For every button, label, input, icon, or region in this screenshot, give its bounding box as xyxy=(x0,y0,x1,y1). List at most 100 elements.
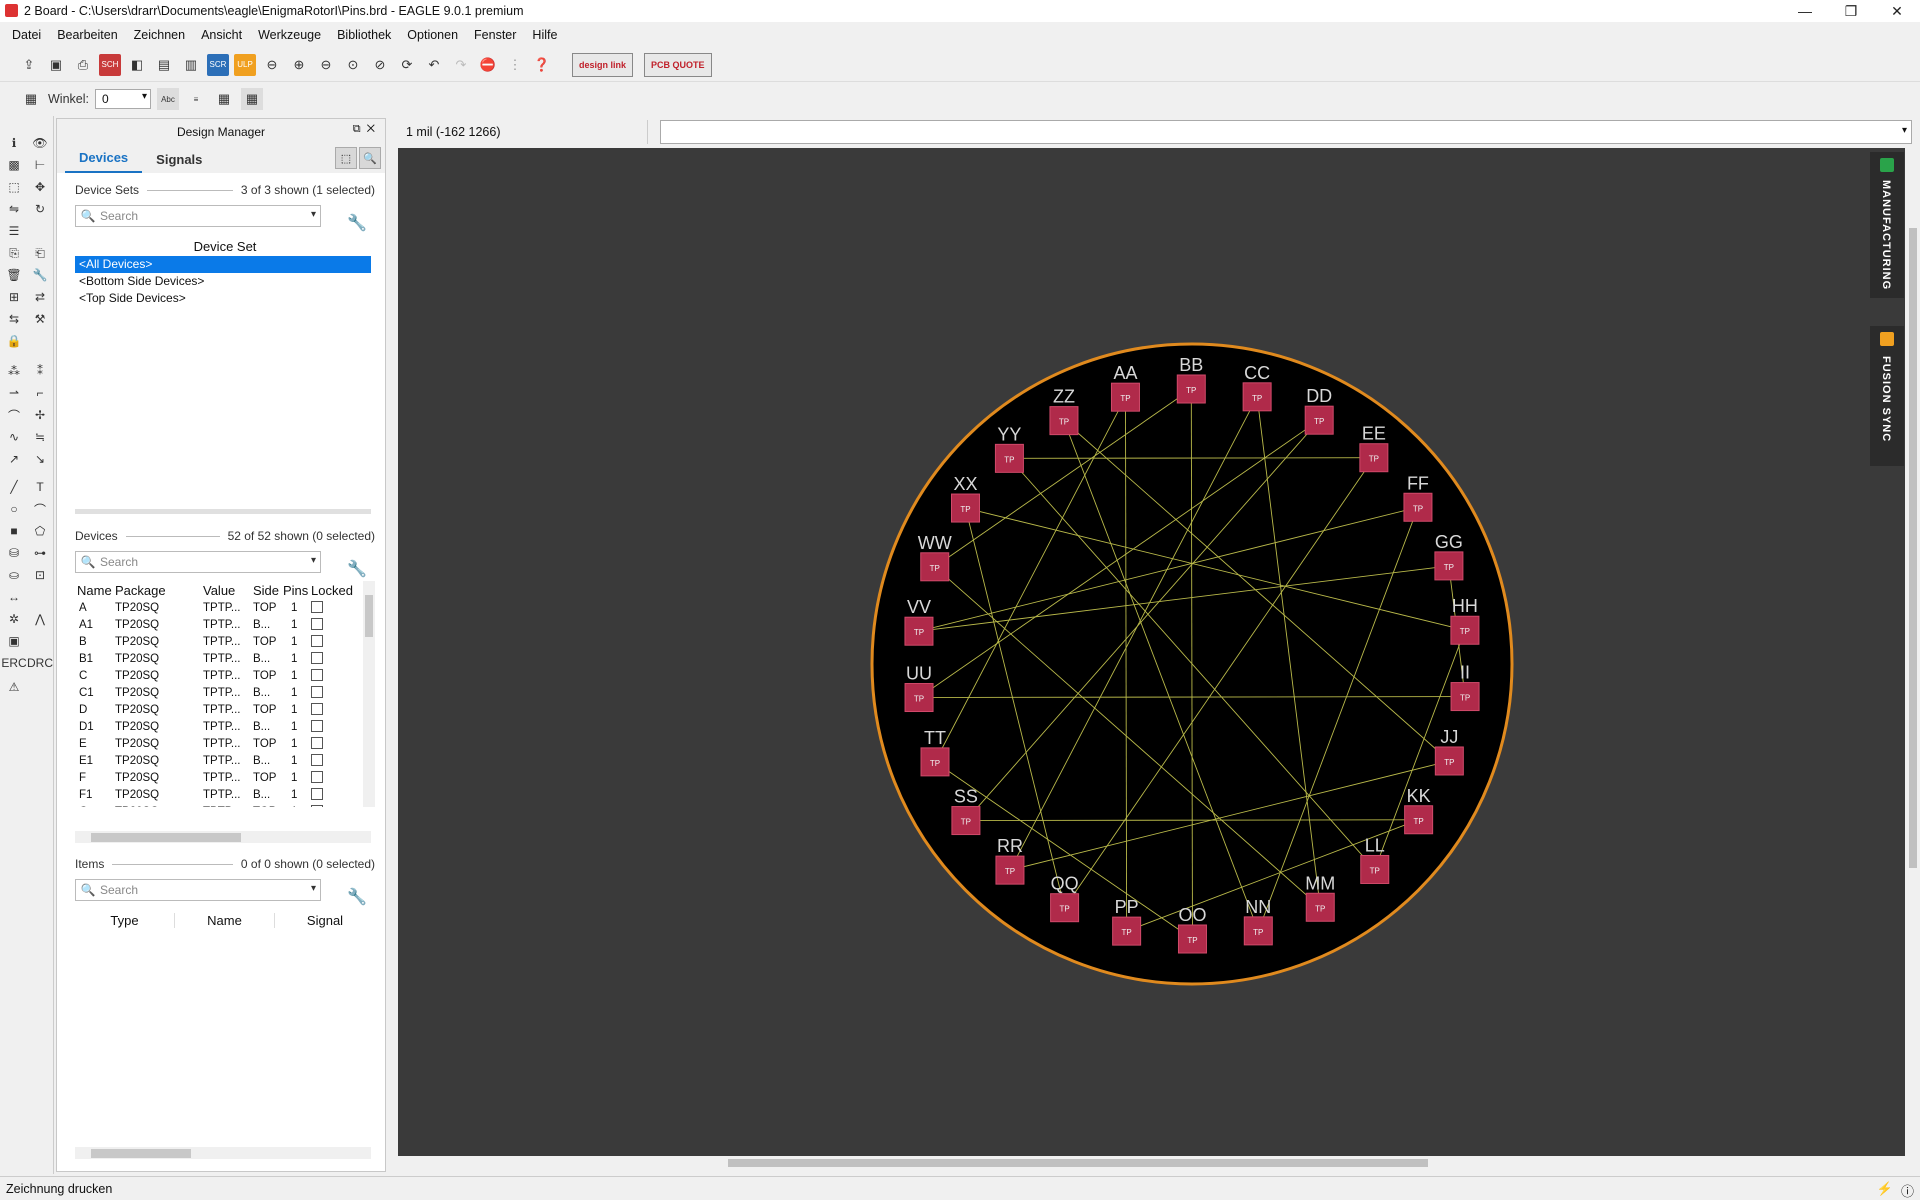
devices-vscroll[interactable] xyxy=(363,581,375,807)
text-abc-icon[interactable]: Abc xyxy=(156,88,179,110)
pad[interactable]: ZZ TP xyxy=(1049,387,1079,436)
col-value[interactable]: Value xyxy=(203,581,253,599)
items-search[interactable]: 🔍 Search xyxy=(75,879,321,901)
pad[interactable]: FF TP xyxy=(1403,473,1433,522)
split-icon[interactable]: ⇀ xyxy=(5,384,23,402)
layout-b-icon[interactable]: ▦ xyxy=(240,88,263,110)
locked-checkbox[interactable] xyxy=(311,754,323,767)
mark-icon[interactable]: ⊢ xyxy=(31,156,49,174)
col-name[interactable]: Name xyxy=(75,581,115,599)
lock-icon[interactable]: 🔒 xyxy=(5,332,23,350)
redo-icon[interactable]: ↷ xyxy=(450,54,472,76)
info-icon[interactable]: ℹ xyxy=(5,134,23,152)
menu-optionen[interactable]: Optionen xyxy=(399,28,466,42)
list-item[interactable]: <All Devices> xyxy=(75,256,371,273)
locked-checkbox[interactable] xyxy=(311,669,323,682)
meander-icon[interactable]: ∿ xyxy=(5,428,23,446)
canvas-vscroll[interactable] xyxy=(1906,148,1920,1156)
pad[interactable]: VV TP xyxy=(904,597,934,646)
menu-bibliothek[interactable]: Bibliothek xyxy=(329,28,399,42)
pad[interactable]: YY TP xyxy=(994,424,1024,473)
text-align-icon[interactable]: ≡ xyxy=(185,88,207,110)
items-wrench-icon[interactable]: 🔧 xyxy=(347,887,367,907)
pad[interactable]: OO TP xyxy=(1177,905,1207,954)
show-icon[interactable]: 👁 xyxy=(31,134,49,152)
pad[interactable]: NN TP xyxy=(1243,897,1273,946)
command-line-input[interactable] xyxy=(660,120,1912,144)
list-item[interactable]: <Bottom Side Devices> xyxy=(75,273,371,290)
board-canvas[interactable]: AA TP BB TP CC TP DD TP EE TP FF TP GG TP HH TP II TP JJ TP… xyxy=(398,148,1905,1156)
zoom-fit-icon[interactable]: ⊖ xyxy=(261,54,283,76)
locked-checkbox[interactable] xyxy=(311,703,323,716)
tab-signals[interactable]: Signals xyxy=(142,152,216,173)
menu-hilfe[interactable]: Hilfe xyxy=(524,28,565,42)
table-row[interactable]: C1 TP20SQ TPTP... B... 1 xyxy=(75,684,365,701)
open-icon[interactable]: ⇪ xyxy=(18,54,40,76)
pad[interactable]: DD TP xyxy=(1304,386,1334,435)
table-row[interactable]: A1 TP20SQ TPTP... B... 1 xyxy=(75,616,365,633)
errors-icon[interactable]: ⚠ xyxy=(5,678,23,696)
splitter[interactable] xyxy=(75,509,371,514)
ulp-icon[interactable]: ULP xyxy=(234,53,256,76)
pad[interactable]: XX TP xyxy=(951,474,981,523)
optimize-icon[interactable]: ⌒ xyxy=(5,406,23,424)
mirror-icon[interactable]: ⇋ xyxy=(5,200,23,218)
devices-hscroll[interactable] xyxy=(75,831,371,843)
pad[interactable]: MM TP xyxy=(1305,873,1335,922)
menu-werkzeuge[interactable]: Werkzeuge xyxy=(250,28,329,42)
copy-icon[interactable]: ⎘ xyxy=(5,244,23,262)
device-sets-wrench-icon[interactable]: 🔧 xyxy=(347,213,367,233)
maximize-button[interactable]: ❐ xyxy=(1828,0,1874,22)
polygon-icon[interactable]: ⬠ xyxy=(31,522,49,540)
table-row[interactable]: E TP20SQ TPTP... TOP 1 xyxy=(75,735,365,752)
wrench-icon[interactable]: 🔧 xyxy=(31,266,49,284)
locked-checkbox[interactable] xyxy=(311,737,323,750)
menu-ansicht[interactable]: Ansicht xyxy=(193,28,250,42)
rotate-icon[interactable]: ↻ xyxy=(31,200,49,218)
tab-devices[interactable]: Devices xyxy=(65,150,143,173)
table-row[interactable]: A TP20SQ TPTP... TOP 1 xyxy=(75,599,365,616)
via-icon[interactable]: ⛁ xyxy=(5,544,23,562)
pad[interactable]: UU TP xyxy=(904,664,934,713)
design-link-button[interactable]: design link xyxy=(572,52,634,77)
move-icon[interactable]: ✥ xyxy=(31,178,49,196)
pad[interactable]: WW TP xyxy=(918,533,952,582)
col-pins[interactable]: Pins xyxy=(283,581,311,599)
pad[interactable]: PP TP xyxy=(1112,897,1142,946)
pad[interactable]: TT TP xyxy=(920,728,950,777)
script-icon[interactable]: SCR xyxy=(207,53,229,76)
pad[interactable]: RR TP xyxy=(995,836,1025,885)
menu-bearbeiten[interactable]: Bearbeiten xyxy=(49,28,125,42)
schematic-icon[interactable]: SCH xyxy=(99,53,121,76)
zoom-select-icon[interactable]: 🔍 xyxy=(359,147,381,169)
slice-icon[interactable]: ✢ xyxy=(31,406,49,424)
locked-checkbox[interactable] xyxy=(311,618,323,631)
board-icon[interactable]: ▣ xyxy=(5,632,23,650)
line-icon[interactable]: ╱ xyxy=(5,478,23,496)
panel-controls[interactable]: ⧉✕ xyxy=(353,123,381,136)
swap-icon[interactable]: ⇆ xyxy=(5,310,23,328)
drc-icon[interactable]: DRC xyxy=(27,654,53,672)
zoom-last-icon[interactable]: ⊘ xyxy=(369,54,391,76)
diffpair-icon[interactable]: ≒ xyxy=(31,428,49,446)
pad[interactable]: LL TP xyxy=(1360,835,1390,884)
devices-wrench-icon[interactable]: 🔧 xyxy=(347,559,367,579)
rect-icon[interactable]: ■ xyxy=(5,522,23,540)
col-package[interactable]: Package xyxy=(115,581,203,599)
pad[interactable]: HH TP xyxy=(1450,596,1480,645)
print-icon[interactable]: ⎙ xyxy=(72,54,94,76)
items-hscroll[interactable] xyxy=(75,1147,371,1159)
zoom-in-icon[interactable]: ⊕ xyxy=(288,54,310,76)
layer-icon[interactable]: ▩ xyxy=(5,156,23,174)
erc-icon[interactable]: ERC xyxy=(1,654,26,672)
pad[interactable]: EE TP xyxy=(1359,424,1389,473)
table-row[interactable]: E1 TP20SQ TPTP... B... 1 xyxy=(75,752,365,769)
zoom-select-icon[interactable]: ⊙ xyxy=(342,54,364,76)
value-icon[interactable]: ⁑ xyxy=(31,362,49,380)
device-sets-search[interactable]: 🔍 Search xyxy=(75,205,321,227)
add-icon[interactable]: ⊞ xyxy=(5,288,23,306)
table-row[interactable]: F1 TP20SQ TPTP... B... 1 xyxy=(75,786,365,803)
align-icon[interactable]: ☰ xyxy=(5,222,23,240)
list-item[interactable]: <Top Side Devices> xyxy=(75,290,371,307)
locked-checkbox[interactable] xyxy=(311,652,323,665)
